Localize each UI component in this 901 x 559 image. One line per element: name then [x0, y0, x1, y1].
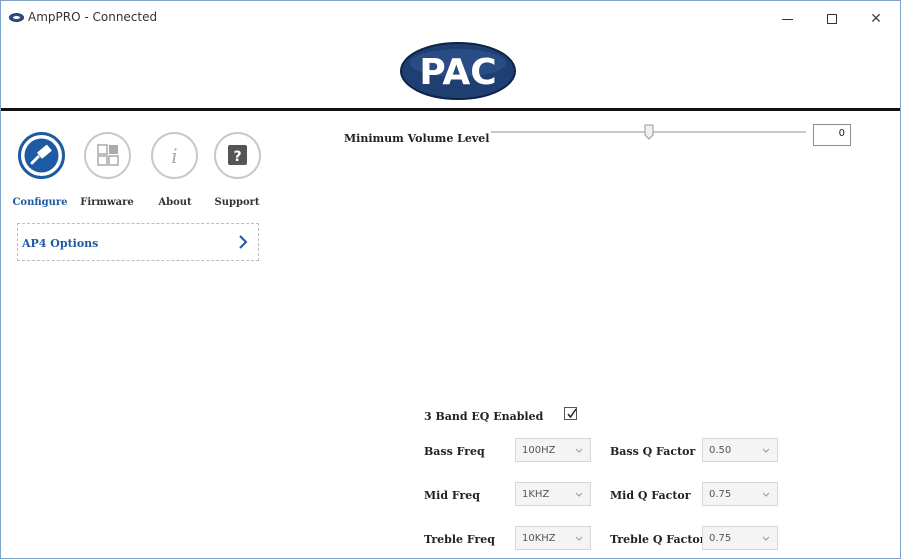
close-button[interactable]: ✕ — [856, 7, 896, 31]
grid-icon — [97, 144, 119, 166]
maximize-button[interactable] — [812, 7, 852, 31]
about-button[interactable]: i — [151, 132, 198, 179]
chevron-down-icon — [763, 448, 769, 453]
window-title: AmpPRO - Connected — [28, 10, 158, 24]
minimize-button[interactable] — [768, 7, 808, 31]
min-volume-input[interactable]: 0 — [813, 124, 851, 146]
usb-cable-icon — [24, 138, 59, 173]
header-band: PAC — [1, 33, 900, 111]
configure-button[interactable] — [18, 132, 65, 179]
ap4-options-label: AP4 Options — [22, 237, 99, 250]
mid-freq-label: Mid Freq — [424, 489, 480, 502]
checkmark-icon — [567, 408, 577, 419]
bass-q-select[interactable]: 0.50 — [702, 438, 778, 462]
title-bar: AmpPRO - Connected ✕ — [1, 1, 900, 33]
min-volume-label: Minimum Volume Level — [344, 132, 490, 145]
support-button[interactable]: ? — [214, 132, 261, 179]
eq-enabled-checkbox[interactable] — [564, 407, 577, 420]
chevron-down-icon — [576, 536, 582, 541]
chevron-down-icon — [576, 448, 582, 453]
bass-freq-value: 100HZ — [522, 445, 556, 456]
eq-enabled-label: 3 Band EQ Enabled — [424, 410, 544, 423]
chevron-right-icon — [239, 235, 248, 249]
treble-q-select[interactable]: 0.75 — [702, 526, 778, 550]
maximize-icon — [827, 14, 837, 24]
svg-text:?: ? — [233, 149, 241, 165]
bass-freq-label: Bass Freq — [424, 445, 485, 458]
nav-label-configure: Configure — [12, 197, 68, 208]
svg-text:i: i — [171, 144, 177, 168]
treble-q-label: Treble Q Factor — [610, 533, 706, 546]
chevron-down-icon — [763, 536, 769, 541]
mid-freq-select[interactable]: 1KHZ — [515, 482, 591, 506]
ap4-options-item[interactable]: AP4 Options — [17, 223, 259, 261]
treble-freq-label: Treble Freq — [424, 533, 495, 546]
minimize-icon — [782, 19, 793, 20]
mid-q-value: 0.75 — [709, 489, 732, 500]
nav-label-firmware: Firmware — [80, 197, 134, 208]
treble-freq-select[interactable]: 10KHZ — [515, 526, 591, 550]
pac-logo: PAC — [400, 42, 516, 100]
treble-freq-value: 10KHZ — [522, 533, 556, 544]
bass-q-value: 0.50 — [709, 445, 732, 456]
question-icon: ? — [228, 145, 247, 165]
chevron-down-icon — [576, 492, 582, 497]
app-window: AmpPRO - Connected ✕ PAC Configure Firmw… — [0, 0, 901, 559]
info-icon: i — [171, 144, 177, 168]
mid-q-select[interactable]: 0.75 — [702, 482, 778, 506]
mid-freq-value: 1KHZ — [522, 489, 550, 500]
bass-freq-select[interactable]: 100HZ — [515, 438, 591, 462]
logo-text: PAC — [419, 52, 496, 93]
firmware-button[interactable] — [84, 132, 131, 179]
slider-thumb[interactable] — [644, 124, 654, 140]
treble-q-value: 0.75 — [709, 533, 732, 544]
app-logo-icon — [9, 13, 24, 22]
nav-label-about: About — [158, 197, 192, 208]
bass-q-label: Bass Q Factor — [610, 445, 696, 458]
chevron-down-icon — [763, 492, 769, 497]
mid-q-label: Mid Q Factor — [610, 489, 691, 502]
nav-label-support: Support — [214, 197, 260, 208]
